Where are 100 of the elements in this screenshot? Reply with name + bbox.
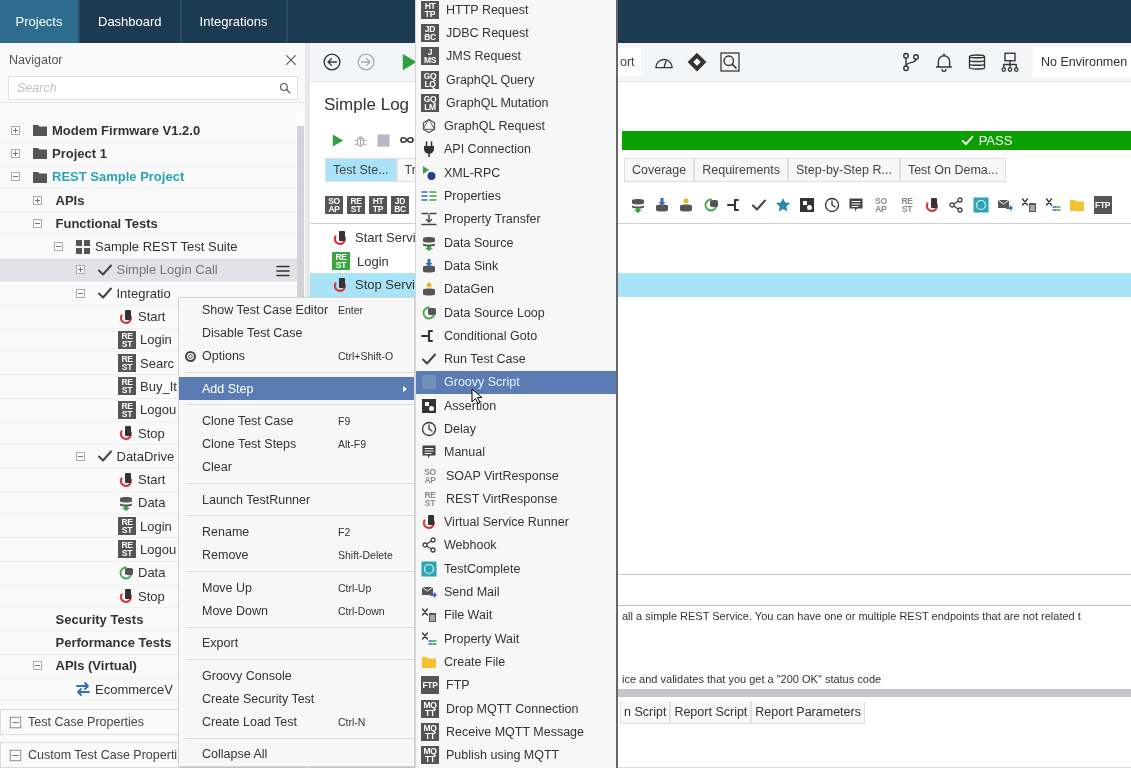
menu-item[interactable]: TestComplete bbox=[416, 557, 616, 581]
step-item[interactable]: Stop Servi bbox=[310, 273, 415, 297]
editor-tab[interactable]: Requirements bbox=[694, 158, 789, 182]
menu-item[interactable]: Send Mail bbox=[416, 580, 616, 604]
expand-toggle[interactable] bbox=[32, 661, 42, 671]
script-tab[interactable]: n Script bbox=[620, 700, 671, 724]
menu-item[interactable]: Data Source bbox=[416, 230, 616, 255]
database-icon[interactable] bbox=[967, 52, 987, 72]
editor-tab[interactable]: Tr bbox=[396, 158, 417, 182]
type-label[interactable]: FTP bbox=[1093, 196, 1112, 214]
expand-toggle[interactable] bbox=[11, 148, 20, 158]
tree-item[interactable]: Sample REST Test Suite bbox=[0, 235, 297, 259]
menu-item[interactable]: Data Sink bbox=[416, 254, 616, 278]
menu-item[interactable]: JD BC JDBC Request bbox=[416, 21, 616, 45]
menu-item[interactable]: Webhook bbox=[416, 533, 616, 558]
menu-item[interactable]: FTP FTP bbox=[416, 673, 616, 697]
editor-tab[interactable]: Step-by-Step R... bbox=[788, 158, 900, 182]
type-label[interactable]: SO AP bbox=[325, 196, 343, 214]
play-icon[interactable] bbox=[330, 132, 345, 148]
editor-tab[interactable]: Coverage bbox=[624, 158, 695, 182]
menu-item[interactable]: API Connection bbox=[416, 137, 616, 162]
back-icon[interactable] bbox=[323, 53, 341, 71]
file-icon[interactable] bbox=[1045, 197, 1062, 213]
tree-item[interactable]: Modem Firmware V1.2.0 bbox=[0, 119, 297, 143]
network-icon[interactable] bbox=[1000, 52, 1020, 72]
file-icon[interactable] bbox=[1021, 197, 1037, 213]
expand-toggle[interactable] bbox=[11, 172, 20, 182]
expand-toggle[interactable] bbox=[75, 288, 85, 298]
clock-icon[interactable] bbox=[823, 197, 840, 213]
environment-select[interactable]: No Environmen bbox=[1033, 47, 1131, 77]
menu-item[interactable]: MQ TT Receive MQTT Message bbox=[416, 720, 616, 744]
server-icon[interactable] bbox=[924, 197, 941, 213]
search-field[interactable]: Search bbox=[8, 76, 298, 100]
menu-item[interactable]: Conditional Goto bbox=[416, 324, 616, 348]
close-icon[interactable] bbox=[284, 52, 298, 67]
toolbar-button[interactable]: ort bbox=[618, 48, 641, 76]
tree-item[interactable]: Project 1 bbox=[0, 142, 297, 166]
type-label[interactable]: HT TP bbox=[369, 196, 387, 214]
menu-item[interactable]: RE ST REST VirtResponse bbox=[416, 487, 616, 511]
description-text: ice and validates that you get a "200 OK" status code bbox=[621, 672, 883, 687]
diamond-icon[interactable] bbox=[686, 52, 707, 72]
menu-item[interactable]: Create File bbox=[416, 650, 616, 674]
database-icon[interactable] bbox=[654, 197, 671, 213]
menu-item[interactable]: Data Source Loop bbox=[416, 300, 616, 325]
type-label[interactable]: SO AP bbox=[871, 196, 890, 214]
menu-item[interactable]: Manual bbox=[416, 440, 616, 464]
expand-toggle[interactable] bbox=[75, 265, 85, 275]
server-icon bbox=[118, 308, 134, 325]
menu-item[interactable]: Property Transfer bbox=[416, 207, 616, 231]
menu-item[interactable]: MQ TT Drop MQTT Connection bbox=[416, 696, 616, 721]
menu-item[interactable]: Run Test Case bbox=[416, 347, 616, 371]
menu-item[interactable]: MQ TT Publish using MQTT bbox=[416, 743, 616, 767]
editor-tab[interactable]: Test On Dema... bbox=[899, 158, 1007, 182]
script-tab[interactable]: Report Parameters bbox=[751, 700, 865, 724]
share-icon bbox=[421, 537, 437, 554]
database-icon[interactable] bbox=[630, 197, 646, 213]
menu-item[interactable]: Groovy Script bbox=[416, 370, 616, 395]
menu-item[interactable]: Assertion bbox=[416, 394, 616, 418]
type-label[interactable]: RE ST bbox=[898, 196, 917, 214]
menu-item[interactable]: SO AP SOAP VirtResponse bbox=[416, 463, 616, 488]
expand-toggle[interactable] bbox=[11, 125, 20, 135]
expand-toggle[interactable] bbox=[54, 242, 63, 252]
step-item[interactable]: RE ST Login bbox=[310, 249, 415, 273]
tree-item[interactable]: APIs bbox=[0, 188, 297, 213]
menu-item[interactable]: DataGen bbox=[416, 277, 616, 301]
menu-item[interactable]: J MS JMS Request bbox=[416, 44, 616, 68]
shapes-icon[interactable] bbox=[799, 197, 816, 213]
expand-toggle[interactable] bbox=[75, 451, 85, 461]
script-tab[interactable]: Report Script bbox=[670, 700, 752, 724]
expand-toggle[interactable] bbox=[32, 195, 42, 205]
mail-icon[interactable] bbox=[996, 197, 1013, 213]
menu-item[interactable]: Add Step bbox=[179, 376, 414, 401]
menu-item[interactable]: Virtual Service Runner bbox=[416, 510, 616, 534]
share-icon[interactable] bbox=[948, 197, 965, 213]
type-label[interactable]: JD BC bbox=[391, 196, 409, 214]
menu-item[interactable]: HT TP HTTP Request bbox=[416, 0, 616, 22]
bell-icon[interactable] bbox=[934, 52, 954, 72]
menu-item[interactable]: Properties bbox=[416, 184, 616, 208]
branch-icon[interactable] bbox=[901, 52, 921, 72]
loop-icon[interactable] bbox=[702, 197, 719, 213]
tree-item[interactable]: Simple Login Call bbox=[0, 258, 297, 283]
nav-tab[interactable]: Projects bbox=[0, 0, 80, 43]
menu-item[interactable]: Property Wait bbox=[416, 627, 616, 651]
step-item[interactable]: Start Servi bbox=[310, 226, 415, 250]
menu-item[interactable]: XML-RPC bbox=[416, 161, 616, 185]
menu-item[interactable]: File Wait bbox=[416, 603, 616, 627]
inspect-icon[interactable] bbox=[719, 52, 740, 72]
menu-item[interactable]: GQ LM GraphQL Mutation bbox=[416, 91, 616, 115]
star-icon[interactable] bbox=[775, 197, 792, 213]
check-icon[interactable] bbox=[750, 197, 767, 213]
expand-toggle[interactable] bbox=[32, 218, 42, 228]
menu-item[interactable]: GQ LQ GraphQL Query bbox=[416, 67, 616, 92]
tree-item[interactable]: Functional Tests bbox=[0, 212, 297, 236]
database-icon[interactable] bbox=[678, 197, 695, 213]
menu-item[interactable]: Delay bbox=[416, 417, 616, 441]
note-icon[interactable] bbox=[847, 197, 864, 213]
type-label[interactable]: RE ST bbox=[347, 196, 365, 214]
menu-item[interactable]: GraphQL Request bbox=[416, 114, 616, 138]
editor-tab[interactable]: Test Ste... bbox=[325, 158, 397, 182]
target-icon[interactable] bbox=[972, 197, 989, 213]
